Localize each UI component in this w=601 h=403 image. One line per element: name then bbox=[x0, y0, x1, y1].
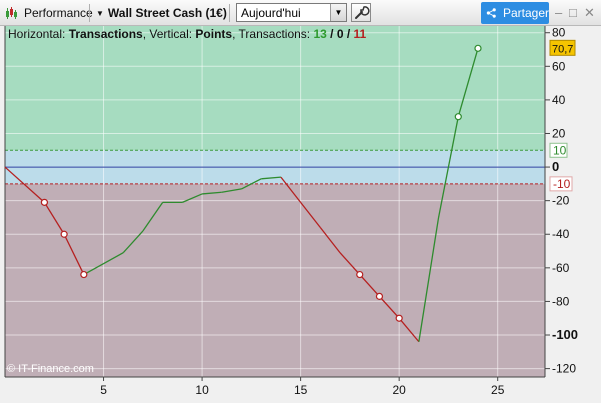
y-tick-label: 60 bbox=[552, 59, 566, 73]
settings-wrench-button[interactable] bbox=[351, 3, 371, 22]
data-point bbox=[40, 198, 49, 206]
transactions-green-count: 13 bbox=[313, 27, 327, 41]
x-tick-label: 20 bbox=[392, 383, 406, 397]
instrument-selector[interactable]: ▼ Wall Street Cash (1€) bbox=[96, 0, 227, 26]
it-finance-credit: © IT-Finance.com bbox=[7, 363, 94, 375]
legend-slash: / bbox=[343, 27, 354, 41]
period-value: Aujourd'hui bbox=[241, 6, 301, 20]
data-point bbox=[474, 44, 482, 52]
vertical-label: , Vertical: bbox=[142, 27, 196, 41]
data-point bbox=[80, 270, 88, 279]
chart-legend: Horizontal: Transactions, Vertical: Poin… bbox=[8, 27, 366, 41]
share-icon bbox=[486, 8, 496, 18]
data-point bbox=[356, 270, 364, 279]
transactions-zero-count: 0 bbox=[336, 27, 344, 41]
y-tick-label: 40 bbox=[552, 93, 566, 107]
x-tick-label: 25 bbox=[491, 383, 505, 397]
y-tick-label: -60 bbox=[552, 261, 570, 275]
band-upper-label: 10 bbox=[553, 143, 567, 157]
share-button[interactable]: Partager bbox=[481, 2, 549, 24]
last-value-label: 70,7 bbox=[552, 43, 573, 55]
horizontal-value: Transactions bbox=[68, 27, 143, 41]
y-tick-label: 80 bbox=[552, 26, 566, 40]
legend-slash: / bbox=[326, 27, 337, 41]
chevron-down-icon: ▼ bbox=[96, 8, 104, 18]
performance-label: Performance bbox=[24, 6, 93, 20]
data-point bbox=[375, 292, 384, 300]
data-point bbox=[395, 314, 403, 322]
y-tick-label: -40 bbox=[552, 227, 570, 241]
y-tick-label: 0 bbox=[552, 159, 559, 174]
instrument-name: Wall Street Cash (1€) bbox=[107, 6, 227, 20]
data-point bbox=[60, 230, 68, 238]
close-icon[interactable]: ✕ bbox=[584, 5, 595, 21]
y-tick-label: -20 bbox=[552, 194, 570, 208]
period-select[interactable]: Aujourd'hui ▼ bbox=[236, 3, 347, 22]
transactions-label: , Transactions: bbox=[232, 27, 314, 41]
chevron-down-icon[interactable]: ▼ bbox=[330, 4, 346, 21]
x-tick-label: 10 bbox=[195, 383, 209, 397]
horizontal-label: Horizontal: bbox=[8, 27, 69, 41]
performance-menu[interactable]: Performance bbox=[5, 0, 93, 26]
y-tick-label: -100 bbox=[552, 327, 578, 342]
data-point bbox=[454, 113, 462, 121]
y-tick-label: -120 bbox=[552, 362, 576, 376]
toolbar: Performance ▼ Wall Street Cash (1€) Aujo… bbox=[0, 0, 601, 26]
lower-zone bbox=[5, 183, 545, 377]
band-lower-label: -10 bbox=[553, 177, 571, 191]
toolbar-separator bbox=[229, 4, 230, 22]
x-tick-label: 15 bbox=[294, 383, 308, 397]
share-label: Partager bbox=[502, 6, 549, 20]
minimize-icon[interactable]: – bbox=[555, 5, 562, 20]
vertical-value: Points bbox=[195, 27, 233, 41]
maximize-icon[interactable]: □ bbox=[569, 5, 577, 20]
transactions-red-count: 11 bbox=[353, 27, 367, 41]
y-tick-label: -80 bbox=[552, 294, 570, 308]
x-tick-label: 5 bbox=[100, 383, 107, 397]
y-tick-label: 20 bbox=[552, 126, 566, 140]
candlestick-icon bbox=[6, 7, 17, 19]
performance-chart[interactable]: 5 10 15 20 25806040200-20-40-60-80-100-12010… bbox=[0, 26, 601, 403]
toolbar-separator bbox=[89, 4, 90, 22]
upper-zone bbox=[5, 26, 545, 151]
wrench-icon bbox=[355, 6, 370, 19]
